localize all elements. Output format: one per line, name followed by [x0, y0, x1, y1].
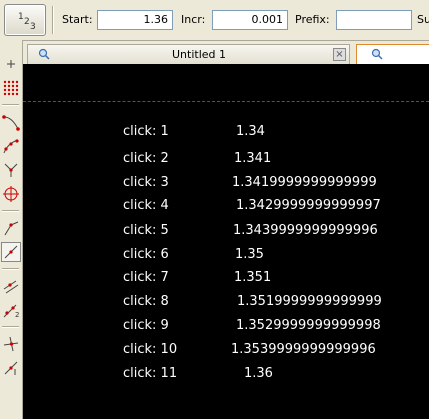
palette-separator [2, 326, 19, 328]
click-value: 1.3519999999999999 [237, 294, 382, 309]
click-value: 1.3539999999999996 [231, 342, 376, 357]
click-value: 1.3419999999999999 [232, 175, 377, 190]
click-value: 1.3429999999999997 [236, 198, 381, 213]
click-label: click: 3 [123, 175, 169, 190]
click-value: 1.36 [244, 366, 273, 381]
palette-separator [2, 210, 19, 212]
numbered-sequence-tool-button[interactable]: 1 2 3 [4, 4, 46, 36]
click-value: 1.351 [234, 270, 272, 285]
transform-tool-icon[interactable] [1, 276, 21, 296]
prefix-label: Prefix: [295, 13, 330, 26]
click-value: 1.3529999999999998 [236, 318, 381, 333]
click-value: 1.3439999999999996 [233, 223, 378, 238]
add-icon[interactable] [1, 54, 21, 74]
incr-input[interactable]: 0.001 [212, 10, 288, 30]
click-value: 1.35 [235, 247, 264, 262]
document-tab-bar: Untitled 1 × [23, 42, 429, 64]
start-label: Start: [62, 13, 93, 26]
circle-point-icon[interactable] [1, 184, 21, 204]
dot-grid-icon[interactable] [1, 78, 21, 98]
prefix-input[interactable] [336, 10, 412, 30]
incr-label: Incr: [181, 13, 206, 26]
close-icon[interactable]: × [333, 48, 346, 61]
point-curve-icon[interactable] [1, 136, 21, 156]
click-label: click: 5 [123, 223, 169, 238]
guide-line [23, 101, 429, 102]
click-label: click: 11 [123, 366, 178, 381]
tab-title: Untitled 1 [172, 48, 227, 61]
sequence-digit-1: 1 [18, 12, 24, 22]
click-value: 1.341 [234, 151, 272, 166]
segment-tool-icon[interactable] [1, 242, 21, 262]
click-label: click: 4 [123, 198, 169, 213]
numbered-points-icon[interactable]: 2 [1, 300, 21, 320]
click-label: click: 9 [123, 318, 169, 333]
suffix-label: Su [417, 13, 429, 26]
document-icon [38, 48, 50, 60]
click-label: click: 10 [123, 342, 178, 357]
tab-untitled-1[interactable]: Untitled 1 × [27, 44, 350, 64]
click-label: click: 6 [123, 247, 169, 262]
tab-active-document[interactable] [356, 44, 429, 64]
curve-tool-icon[interactable] [1, 112, 21, 132]
sequence-digit-3: 3 [30, 22, 36, 32]
click-label: click: 7 [123, 270, 169, 285]
line-tool-icon[interactable] [1, 358, 21, 378]
toolbar-separator [52, 6, 54, 34]
branch-tool-icon[interactable] [1, 160, 21, 180]
svg-text:2: 2 [15, 311, 19, 319]
document-icon [371, 48, 383, 60]
angle-tool-icon[interactable] [1, 218, 21, 238]
click-value: 1.34 [236, 124, 265, 139]
click-label: click: 8 [123, 294, 169, 309]
sequence-digit-2: 2 [24, 17, 30, 27]
click-label: click: 1 [123, 124, 169, 139]
sketch-canvas[interactable]: click: 1 1.34 click: 2 1.341 click: 3 1.… [23, 64, 429, 419]
click-label: click: 2 [123, 151, 169, 166]
tool-palette: 2 [0, 40, 23, 419]
intersect-tool-icon[interactable] [1, 334, 21, 354]
palette-separator [2, 268, 19, 270]
palette-separator [2, 104, 19, 106]
start-input[interactable]: 1.36 [97, 10, 173, 30]
toolbar: 1 2 3 Start: 1.36 Incr: 0.001 Prefix: Su [0, 0, 429, 41]
